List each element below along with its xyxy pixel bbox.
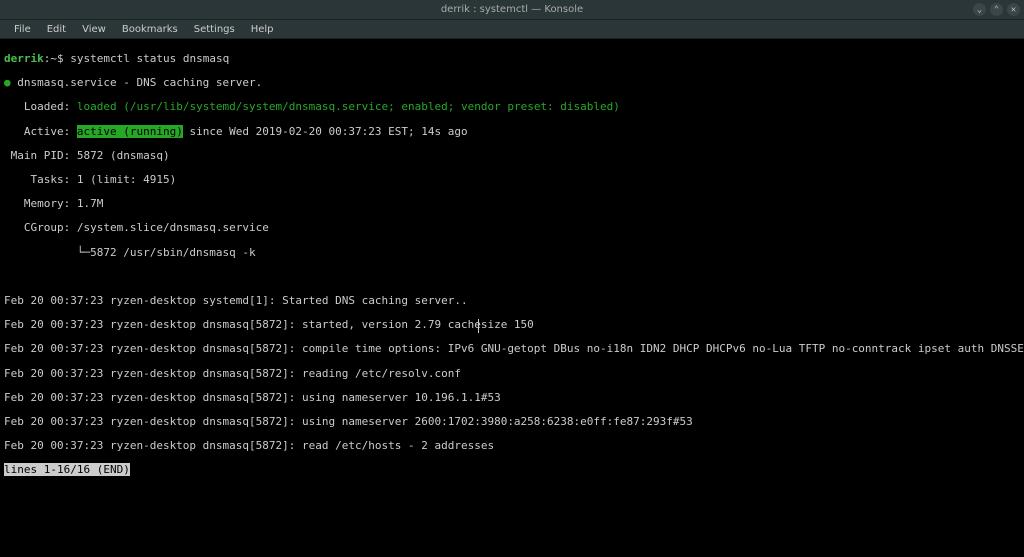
prompt-user: derrik xyxy=(4,52,44,65)
log-line-5: Feb 20 00:37:23 ryzen-desktop dnsmasq[58… xyxy=(4,416,1020,428)
window-title: derrik : systemctl — Konsole xyxy=(441,4,583,15)
terminal-area[interactable]: derrik:~$ systemctl status dnsmasq ● dns… xyxy=(0,38,1024,557)
mainpid-line: Main PID: 5872 (dnsmasq) xyxy=(4,150,1020,162)
blank-line xyxy=(4,271,1020,283)
loaded-label: Loaded: xyxy=(4,100,70,113)
tasks-label: Tasks: xyxy=(4,173,70,186)
loaded-line: Loaded: loaded (/usr/lib/systemd/system/… xyxy=(4,101,1020,113)
tasks-line: Tasks: 1 (limit: 4915) xyxy=(4,174,1020,186)
active-label: Active: xyxy=(4,125,70,138)
memory-line: Memory: 1.7M xyxy=(4,198,1020,210)
window-controls: ⌄ ⌃ ✕ xyxy=(973,3,1020,16)
maximize-button[interactable]: ⌃ xyxy=(990,3,1003,16)
menubar: File Edit View Bookmarks Settings Help xyxy=(0,20,1024,38)
window-titlebar: derrik : systemctl — Konsole ⌄ ⌃ ✕ xyxy=(0,0,1024,20)
pager-footer-text: lines 1-16/16 (END) xyxy=(4,463,130,476)
cgroup-child: └─5872 /usr/sbin/dnsmasq -k xyxy=(4,246,256,259)
close-button[interactable]: ✕ xyxy=(1007,3,1020,16)
log-line-2: Feb 20 00:37:23 ryzen-desktop dnsmasq[58… xyxy=(4,343,1020,355)
menu-settings[interactable]: Settings xyxy=(186,22,243,37)
minimize-button[interactable]: ⌄ xyxy=(973,3,986,16)
log-line-2-text: Feb 20 00:37:23 ryzen-desktop dnsmasq[58… xyxy=(4,342,1024,355)
loaded-value: loaded (/usr/lib/systemd/system/dnsmasq.… xyxy=(77,100,620,113)
memory-value: 1.7M xyxy=(70,197,103,210)
log-line-0: Feb 20 00:37:23 ryzen-desktop systemd[1]… xyxy=(4,295,1020,307)
log-line-6: Feb 20 00:37:23 ryzen-desktop dnsmasq[58… xyxy=(4,440,1020,452)
cgroup-label: CGroup: xyxy=(4,221,70,234)
text-cursor-icon xyxy=(478,319,479,333)
tasks-value: 1 (limit: 4915) xyxy=(70,173,176,186)
active-line: Active: active (running) since Wed 2019-… xyxy=(4,126,1020,138)
cgroup-value: /system.slice/dnsmasq.service xyxy=(70,221,269,234)
log-line-4: Feb 20 00:37:23 ryzen-desktop dnsmasq[58… xyxy=(4,392,1020,404)
memory-label: Memory: xyxy=(4,197,70,210)
cgroup-child-line: └─5872 /usr/sbin/dnsmasq -k xyxy=(4,247,1020,259)
log-line-1: Feb 20 00:37:23 ryzen-desktop dnsmasq[58… xyxy=(4,319,1020,331)
service-desc: dnsmasq.service - DNS caching server. xyxy=(17,76,262,89)
active-since: since Wed 2019-02-20 00:37:23 EST; 14s a… xyxy=(183,125,468,138)
prompt-symbol: $ xyxy=(57,52,70,65)
mainpid-value: 5872 (dnsmasq) xyxy=(70,149,169,162)
log-line-3: Feb 20 00:37:23 ryzen-desktop dnsmasq[58… xyxy=(4,368,1020,380)
menu-edit[interactable]: Edit xyxy=(39,22,74,37)
menu-bookmarks[interactable]: Bookmarks xyxy=(114,22,186,37)
mainpid-label: Main PID: xyxy=(4,149,70,162)
service-line: ● dnsmasq.service - DNS caching server. xyxy=(4,77,1020,89)
active-dot-icon: ● xyxy=(4,76,11,89)
menu-view[interactable]: View xyxy=(74,22,114,37)
prompt-path: ~ xyxy=(50,52,57,65)
menu-help[interactable]: Help xyxy=(243,22,282,37)
pager-footer: lines 1-16/16 (END) xyxy=(4,464,1020,476)
menu-file[interactable]: File xyxy=(6,22,39,37)
command-text: systemctl status dnsmasq xyxy=(70,52,229,65)
prompt-line: derrik:~$ systemctl status dnsmasq xyxy=(4,53,1020,65)
active-value: active (running) xyxy=(77,125,183,138)
cgroup-line: CGroup: /system.slice/dnsmasq.service xyxy=(4,222,1020,234)
